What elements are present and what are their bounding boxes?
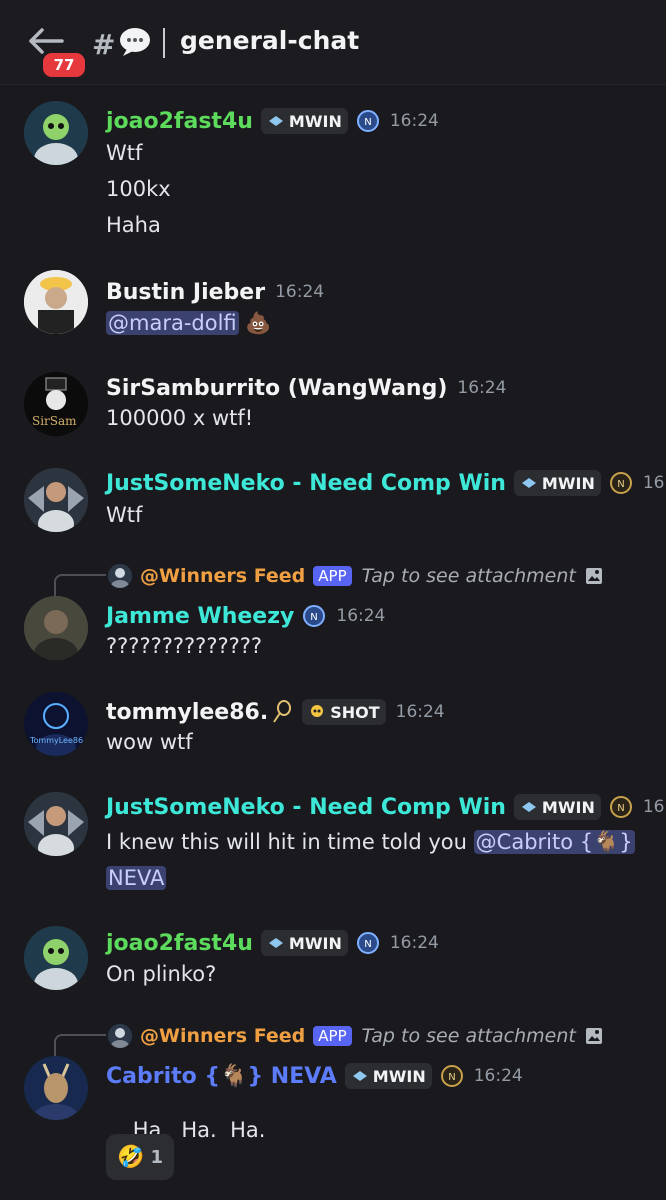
mwin-logo-icon <box>268 938 283 948</box>
svg-text:N: N <box>617 803 624 814</box>
timestamp: 16:24 <box>395 702 445 722</box>
avatar[interactable] <box>24 101 88 165</box>
svg-text:N: N <box>617 479 624 490</box>
reply-preview[interactable]: @Winners Feed APP Tap to see attachment <box>0 1020 666 1056</box>
message-line: On plinko? <box>106 962 217 986</box>
author-name[interactable]: tommylee86. <box>106 700 268 725</box>
speech-bubble-icon <box>120 28 150 56</box>
skull-icon <box>311 705 324 717</box>
mwin-logo-icon <box>352 1071 367 1081</box>
reply-text[interactable]: Tap to see attachment <box>362 565 576 587</box>
avatar[interactable] <box>24 468 88 532</box>
reply-preview[interactable]: @Winners Feed APP Tap to see attachment <box>0 560 666 596</box>
timestamp: 16:24 <box>473 1066 523 1086</box>
timestamp: 16:24 <box>642 473 666 493</box>
author-name[interactable]: Jamme Wheezy <box>106 604 294 629</box>
svg-text:N: N <box>364 939 371 950</box>
gold-badge-icon: N <box>609 472 632 494</box>
message-line: Wtf <box>106 503 143 527</box>
message-line: Haha <box>106 213 161 237</box>
image-icon <box>585 1028 602 1044</box>
author-name[interactable]: JustSomeNeko - Need Comp Win <box>106 471 506 496</box>
gold-badge-icon: N <box>440 1065 463 1087</box>
guild-tag[interactable]: SHOT <box>302 699 386 725</box>
author-name[interactable]: JustSomeNeko - Need Comp Win <box>106 795 506 820</box>
guild-tag-label: MWIN <box>288 111 342 131</box>
avatar-text: TommyLee86 <box>30 736 84 745</box>
app-badge: APP <box>313 1026 352 1046</box>
channel-header: 77 # general-chat <box>0 0 666 85</box>
mwin-logo-icon <box>521 478 536 488</box>
avatar[interactable]: SirSam <box>24 372 88 436</box>
guild-tag[interactable]: MWIN <box>344 1063 432 1089</box>
unread-badge: 77 <box>40 50 88 80</box>
svg-text:N: N <box>448 1072 455 1083</box>
reply-author[interactable]: @Winners Feed <box>140 1025 305 1047</box>
channel-hash-icon: # <box>92 28 116 61</box>
author-name[interactable]: Bustin Jieber <box>106 280 265 305</box>
reaction-button[interactable]: 🤣 1 <box>106 1134 174 1180</box>
message-text: I knew this will hit in time told you <box>106 830 467 854</box>
badge-emblem-icon: N <box>303 605 326 627</box>
timestamp: 16:24 <box>389 933 439 953</box>
reaction-count: 1 <box>150 1146 163 1168</box>
timestamp: 16:24 <box>457 378 507 398</box>
reply-connector <box>54 574 106 596</box>
guild-tag-label: MWIN <box>541 797 595 817</box>
avatar[interactable]: TommyLee86 <box>24 692 88 756</box>
guild-tag-label: MWIN <box>541 473 595 493</box>
message-line: wow wtf <box>106 730 193 754</box>
avatar-text: SirSam <box>32 414 77 428</box>
guild-tag-label: MWIN <box>288 933 342 953</box>
author-name[interactable]: Cabrito {🐐} NEVA <box>106 1064 337 1089</box>
author-name[interactable]: joao2fast4u <box>106 931 253 956</box>
avatar[interactable] <box>24 926 88 990</box>
badge-emblem-icon: N <box>356 110 379 132</box>
reply-connector <box>54 1034 106 1056</box>
author-name[interactable]: joao2fast4u <box>106 109 253 134</box>
message-line: Wtf <box>106 141 143 165</box>
svg-text:N: N <box>311 612 318 623</box>
reply-text[interactable]: Tap to see attachment <box>362 1025 576 1047</box>
svg-text:N: N <box>364 117 371 128</box>
mwin-logo-icon <box>268 116 283 126</box>
reply-avatar <box>108 564 132 588</box>
timestamp: 16:24 <box>336 606 386 626</box>
badminton-racket-icon <box>273 700 292 723</box>
avatar[interactable] <box>24 792 88 856</box>
channel-name[interactable]: general-chat <box>180 26 359 55</box>
reply-author[interactable]: @Winners Feed <box>140 565 305 587</box>
badge-emblem-icon: N <box>356 932 379 954</box>
author-name[interactable]: SirSamburrito (WangWang) <box>106 376 447 401</box>
user-mention[interactable]: @Cabrito {🐐} <box>473 830 635 854</box>
app-badge: APP <box>313 566 352 586</box>
message-line: ?????????????? <box>106 634 263 658</box>
user-mention[interactable]: NEVA <box>106 866 167 890</box>
message-line: 100000 x wtf! <box>106 406 254 430</box>
guild-tag-label: MWIN <box>372 1066 426 1086</box>
image-icon <box>585 568 602 584</box>
timestamp: 16:24 <box>275 282 325 302</box>
avatar[interactable] <box>24 1056 88 1120</box>
avatar[interactable] <box>24 270 88 334</box>
timestamp: 16:24 <box>389 111 439 131</box>
mwin-logo-icon <box>521 802 536 812</box>
user-mention[interactable]: @mara-dolfi <box>106 311 239 335</box>
guild-tag[interactable]: MWIN <box>513 470 601 496</box>
message-line: 100kx <box>106 177 171 201</box>
guild-tag-label: SHOT <box>330 702 380 722</box>
avatar[interactable] <box>24 596 88 660</box>
guild-tag[interactable]: MWIN <box>260 930 348 956</box>
reaction-emoji: 🤣 <box>117 1144 145 1170</box>
timestamp: 16:24 <box>642 797 666 817</box>
divider <box>163 28 165 58</box>
gold-badge-icon: N <box>609 796 632 818</box>
guild-tag[interactable]: MWIN <box>260 108 348 134</box>
reply-avatar <box>108 1024 132 1048</box>
guild-tag[interactable]: MWIN <box>513 794 601 820</box>
emoji: 💩 <box>245 311 272 335</box>
